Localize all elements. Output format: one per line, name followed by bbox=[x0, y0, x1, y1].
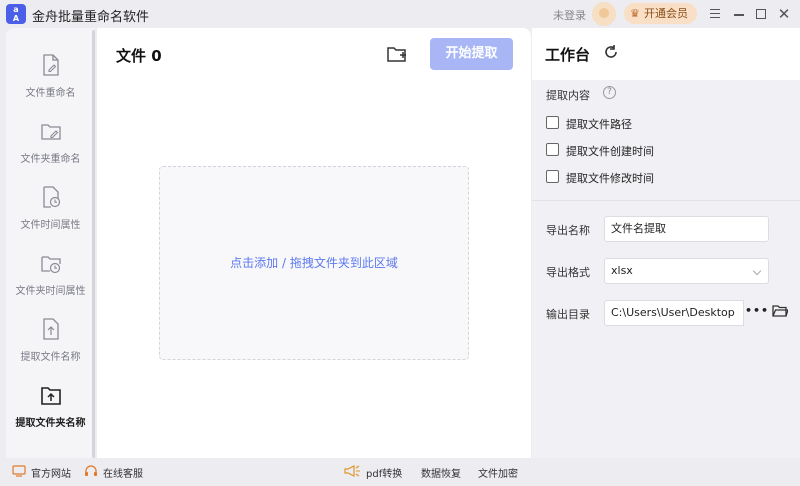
sidebar-item-label: 文件夹时间属性 bbox=[15, 286, 86, 297]
output-dir-label: 输出目录 bbox=[546, 308, 590, 321]
export-format-select[interactable]: xlsx bbox=[604, 258, 769, 284]
bottom-bar: 官方网站 在线客服 pdf转换 数据恢复 文件加密 bbox=[0, 458, 800, 486]
title-bar: aA 金舟批量重命名软件 未登录 ♛ 开通会员 ✕ bbox=[0, 0, 800, 28]
vip-button[interactable]: ♛ 开通会员 bbox=[624, 3, 697, 24]
chevron-down-icon bbox=[752, 266, 762, 276]
add-folder-icon[interactable] bbox=[385, 42, 409, 66]
file-icon bbox=[41, 450, 61, 458]
extract-content-label: 提取内容 bbox=[546, 89, 590, 102]
sidebar-item-file-time[interactable]: 文件时间属性 bbox=[6, 176, 95, 242]
checkbox[interactable] bbox=[546, 170, 559, 183]
open-folder-icon[interactable] bbox=[772, 304, 788, 318]
sidebar: 文件重命名 文件夹重命名 文件时间属性 文件夹时间属性 提取文件名称 提取文件夹… bbox=[6, 28, 95, 458]
export-format-value: xlsx bbox=[611, 264, 633, 277]
workspace-header: 工作台 bbox=[532, 28, 800, 80]
dropzone-separator: / bbox=[278, 256, 290, 270]
sidebar-item-more[interactable] bbox=[6, 440, 95, 458]
folder-edit-icon bbox=[41, 124, 61, 140]
sidebar-item-label: 文件时间属性 bbox=[20, 220, 81, 231]
checkbox[interactable] bbox=[546, 116, 559, 129]
minimize-button[interactable] bbox=[729, 4, 749, 24]
main-panel: 文件 0 开始提取 点击添加 / 拖拽文件夹到此区域 bbox=[97, 28, 531, 458]
workspace-title: 工作台 bbox=[545, 46, 591, 64]
menu-button[interactable] bbox=[705, 4, 725, 24]
headset-icon bbox=[85, 465, 97, 476]
file-count-title: 文件 0 bbox=[116, 47, 162, 65]
sidebar-item-extract-file-name[interactable]: 提取文件名称 bbox=[6, 308, 95, 374]
browse-button[interactable]: ••• bbox=[745, 300, 769, 324]
sidebar-item-folder-time[interactable]: 文件夹时间属性 bbox=[6, 242, 95, 308]
close-button[interactable]: ✕ bbox=[774, 4, 794, 24]
export-name-label: 导出名称 bbox=[546, 224, 590, 237]
app-logo-icon: aA bbox=[6, 4, 26, 24]
sidebar-item-label: 文件重命名 bbox=[25, 88, 76, 99]
app-title: 金舟批量重命名软件 bbox=[32, 10, 150, 25]
file-edit-icon bbox=[43, 54, 59, 76]
support-link[interactable]: 在线客服 bbox=[103, 465, 143, 480]
sidebar-item-label: 文件夹重命名 bbox=[20, 154, 81, 165]
maximize-button[interactable] bbox=[751, 4, 771, 24]
export-format-label: 导出格式 bbox=[546, 266, 590, 279]
sidebar-item-extract-folder-name[interactable]: 提取文件夹名称 bbox=[6, 374, 95, 440]
vip-label: 开通会员 bbox=[644, 7, 688, 20]
file-upload-icon bbox=[43, 318, 59, 340]
sidebar-item-file-rename[interactable]: 文件重命名 bbox=[6, 44, 95, 110]
megaphone-icon bbox=[344, 465, 360, 477]
file-clock-icon bbox=[43, 186, 61, 208]
pdf-convert-link[interactable]: pdf转换 bbox=[366, 465, 402, 480]
option-label: 提取文件创建时间 bbox=[566, 145, 654, 158]
folder-upload-icon bbox=[41, 387, 61, 405]
sidebar-scrollbar[interactable] bbox=[92, 30, 95, 458]
sidebar-item-label: 提取文件名称 bbox=[20, 352, 81, 363]
sidebar-item-label: 提取文件夹名称 bbox=[15, 418, 86, 429]
avatar[interactable] bbox=[592, 2, 616, 26]
divider bbox=[532, 200, 800, 201]
checkbox[interactable] bbox=[546, 143, 559, 156]
folder-clock-icon bbox=[41, 256, 61, 274]
refresh-icon[interactable] bbox=[603, 44, 619, 60]
start-extract-button[interactable]: 开始提取 bbox=[430, 38, 513, 70]
menu-icon bbox=[710, 9, 720, 18]
export-name-input[interactable]: 文件名提取 bbox=[604, 216, 769, 242]
minimize-icon bbox=[734, 14, 744, 16]
website-icon bbox=[12, 465, 26, 477]
maximize-icon bbox=[756, 9, 766, 19]
login-status[interactable]: 未登录 bbox=[553, 7, 586, 23]
file-encrypt-link[interactable]: 文件加密 bbox=[478, 465, 518, 480]
help-icon[interactable]: ? bbox=[603, 86, 616, 99]
option-label: 提取文件修改时间 bbox=[566, 172, 654, 185]
add-files-link[interactable]: 点击添加 bbox=[230, 256, 278, 270]
crown-icon: ♛ bbox=[630, 7, 640, 20]
sidebar-item-folder-rename[interactable]: 文件夹重命名 bbox=[6, 110, 95, 176]
output-dir-input[interactable]: C:\Users\User\Desktop bbox=[604, 300, 744, 326]
option-label: 提取文件路径 bbox=[566, 118, 632, 131]
workspace-panel: 工作台 提取内容 ? 提取文件路径 提取文件创建时间 提取文件修改时间 导出名称… bbox=[532, 28, 800, 458]
drop-zone[interactable]: 点击添加 / 拖拽文件夹到此区域 bbox=[159, 166, 469, 360]
data-recovery-link[interactable]: 数据恢复 bbox=[421, 465, 461, 480]
dropzone-hint: 拖拽文件夹到此区域 bbox=[289, 256, 398, 270]
website-link[interactable]: 官方网站 bbox=[31, 465, 71, 480]
close-icon: ✕ bbox=[777, 5, 791, 23]
